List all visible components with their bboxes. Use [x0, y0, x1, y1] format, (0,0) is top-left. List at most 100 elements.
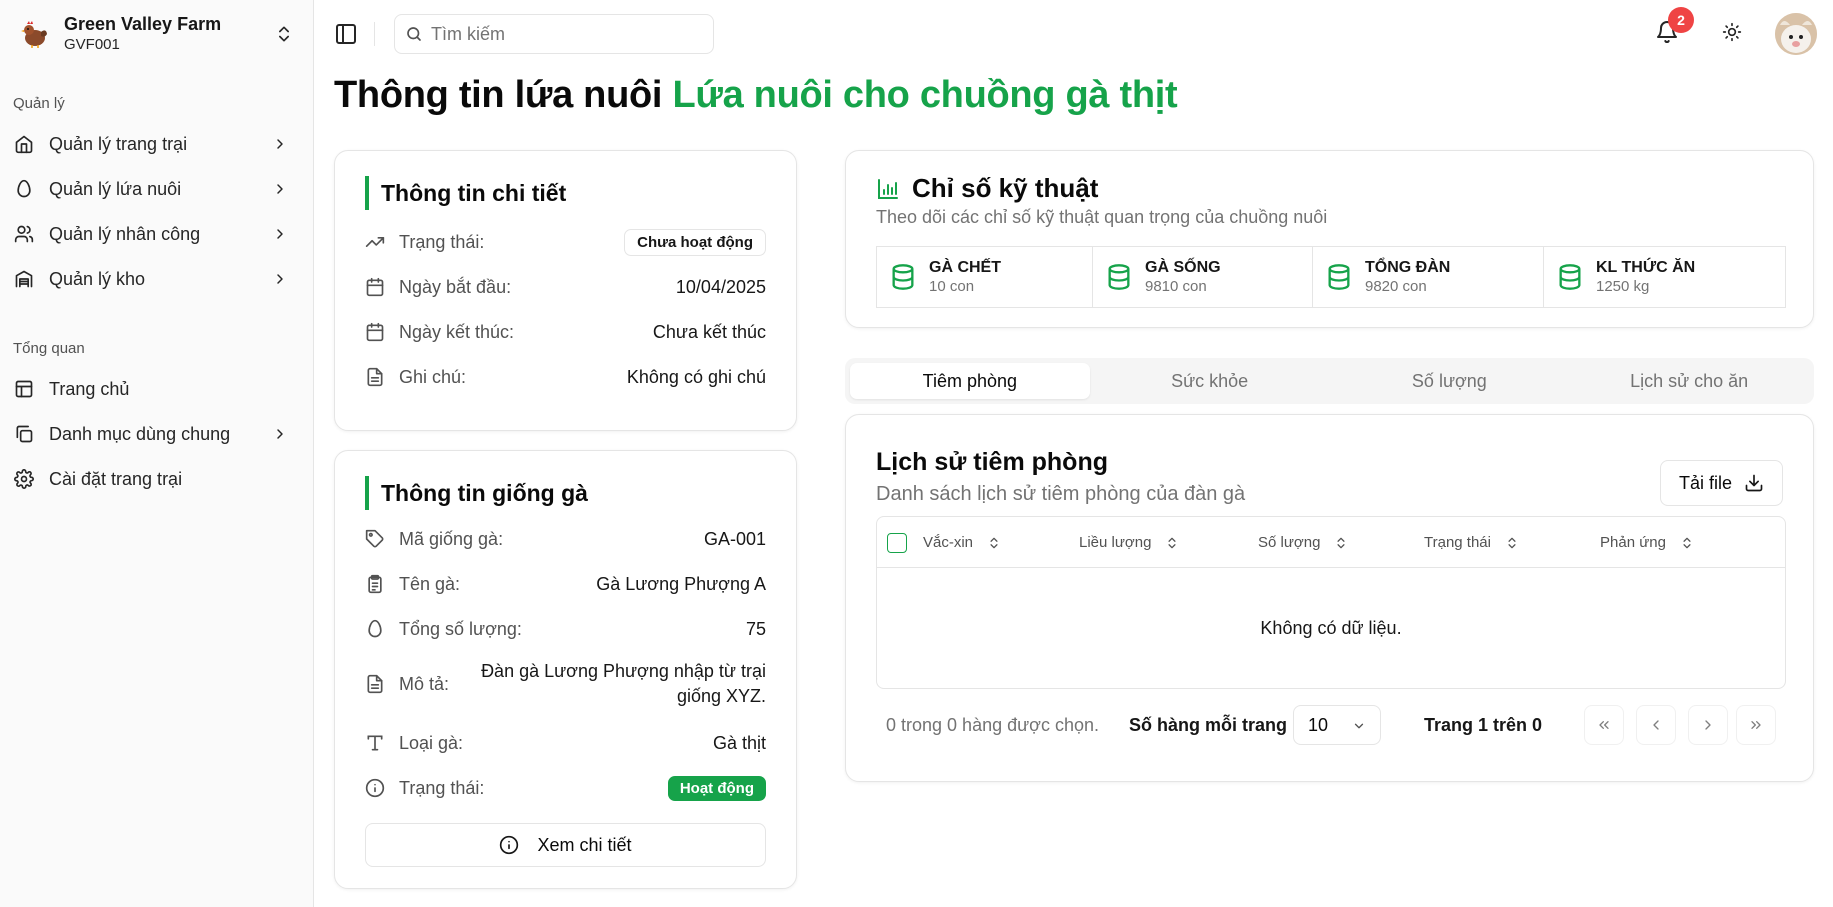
tab-health[interactable]: Sức khỏe [1090, 363, 1330, 399]
stat-label: KL THỨC ĂN [1596, 259, 1696, 276]
search-box[interactable] [394, 14, 714, 54]
layout-icon [14, 379, 34, 399]
vaccination-title: Lịch sử tiêm phòng [876, 448, 1108, 476]
vaccination-table: Vắc-xin Liều lượng Số lượng Trạng thái P… [876, 516, 1786, 689]
detail-card-title: Thông tin chi tiết [365, 176, 566, 210]
breed-type-value: Gà thịt [712, 732, 766, 753]
type-icon [365, 733, 385, 753]
view-details-button[interactable]: Xem chi tiết [365, 823, 766, 867]
info-icon [365, 778, 385, 798]
stat-label: TỔNG ĐÀN [1365, 259, 1451, 276]
breed-desc-row: Mô tả: Đàn gà Lương Phượng nhập từ trại … [365, 659, 766, 709]
stat-dead-chickens: GÀ CHẾT 10 con [877, 247, 1093, 307]
sort-icon [1334, 536, 1348, 550]
sidebar-item-farm-settings[interactable]: Cài đặt trang trại [8, 459, 300, 499]
detail-start-row: Ngày bắt đầu: 10/04/2025 [365, 273, 766, 301]
sidebar-item-batch-management[interactable]: Quản lý lứa nuôi [8, 169, 300, 209]
next-page-button[interactable] [1688, 705, 1728, 745]
stat-value: 1250 kg [1596, 278, 1650, 295]
info-icon [499, 835, 519, 855]
notification-badge: 2 [1668, 7, 1694, 33]
farm-switcher[interactable]: Green Valley Farm GVF001 [18, 12, 294, 56]
column-header-label: Vắc-xin [923, 534, 974, 551]
avatar[interactable] [1775, 13, 1817, 55]
sun-icon[interactable] [1722, 22, 1746, 46]
technical-description: Theo dõi các chỉ số kỹ thuật quan trọng … [876, 207, 1328, 227]
tab-feeding-history[interactable]: Lịch sử cho ăn [1569, 363, 1809, 399]
breed-name-value: Gà Lương Phượng A [596, 573, 766, 594]
breed-total-label: Tổng số lượng: [399, 618, 522, 639]
sidebar-item-shared-catalog[interactable]: Danh mục dùng chung [8, 414, 300, 454]
first-page-button[interactable] [1584, 705, 1624, 745]
breed-code-label: Mã giống gà: [399, 528, 504, 549]
breed-status-label: Trạng thái: [399, 777, 485, 798]
chevron-right-icon [272, 136, 288, 152]
sidebar-item-label: Cài đặt trang trại [49, 468, 183, 489]
database-icon [1105, 263, 1133, 291]
chevron-down-icon [1352, 719, 1366, 733]
vaccination-card: Lịch sử tiêm phòng Danh sách lịch sử tiê… [845, 414, 1814, 782]
sidebar-item-home[interactable]: Trang chủ [8, 369, 300, 409]
stat-label: GÀ CHẾT [929, 259, 1001, 276]
chevrons-up-down-icon [274, 24, 294, 44]
egg-icon [365, 619, 385, 639]
column-header-label: Phản ứng [1600, 534, 1666, 551]
detail-card: Thông tin chi tiết Trạng thái: Chưa hoạt… [334, 150, 797, 431]
detail-end-row: Ngày kết thúc: Chưa kết thúc [365, 318, 766, 346]
search-icon [405, 25, 423, 43]
bar-chart-icon [876, 177, 900, 201]
column-header-vaccine[interactable]: Vắc-xin [923, 517, 1001, 568]
farm-code: GVF001 [64, 36, 120, 53]
breed-desc-label: Mô tả: [399, 673, 450, 694]
chevron-right-icon [1700, 717, 1716, 733]
download-file-button[interactable]: Tải file [1659, 460, 1783, 506]
farm-name: Green Valley Farm [64, 14, 222, 34]
trending-up-icon [365, 232, 385, 252]
stat-value: 9820 con [1365, 278, 1427, 295]
rows-per-page-select[interactable]: 10 [1293, 705, 1381, 745]
sidebar-item-warehouse-management[interactable]: Quản lý kho [8, 259, 300, 299]
breed-name-label: Tên gà: [399, 573, 461, 594]
chevron-right-icon [272, 271, 288, 287]
sidebar-item-staff-management[interactable]: Quản lý nhân công [8, 214, 300, 254]
sidebar-item-label: Quản lý nhân công [49, 223, 201, 244]
sidebar-item-farm-management[interactable]: Quản lý trang trại [8, 124, 300, 164]
clipboard-list-icon [365, 574, 385, 594]
search-input[interactable] [431, 23, 701, 45]
breed-card: Thông tin giống gà Mã giống gà: GA-001 T… [334, 450, 797, 889]
stats-row: GÀ CHẾT 10 con GÀ SỐNG 9810 con TỔNG ĐÀN 98… [876, 246, 1786, 308]
column-header-dosage[interactable]: Liều lượng [1079, 517, 1179, 568]
tabs: Tiêm phòng Sức khỏe Số lượng Lịch sử cho… [845, 358, 1814, 404]
status-badge: Chưa hoạt động [624, 228, 766, 256]
table-header: Vắc-xin Liều lượng Số lượng Trạng thái P… [877, 517, 1785, 568]
sidebar-toggle-icon[interactable] [334, 22, 358, 46]
page-indicator: Trang 1 trên 0 [1424, 715, 1543, 735]
tab-vaccination[interactable]: Tiêm phòng [850, 363, 1090, 399]
breed-code-row: Mã giống gà: GA-001 [365, 525, 766, 553]
column-header-quantity[interactable]: Số lượng [1258, 517, 1348, 568]
technical-card: Chỉ số kỹ thuật Theo dõi các chỉ số kỹ t… [845, 150, 1814, 328]
chevron-right-icon [272, 426, 288, 442]
select-all-checkbox[interactable] [887, 533, 907, 553]
database-icon [1556, 263, 1584, 291]
technical-title-row: Chỉ số kỹ thuật [876, 173, 1098, 204]
rows-per-page-label: Số hàng mỗi trang [1129, 715, 1288, 735]
tab-quantity[interactable]: Số lượng [1330, 363, 1570, 399]
column-header-status[interactable]: Trạng thái [1424, 517, 1519, 568]
sort-icon [987, 536, 1001, 550]
sidebar-group-label: Tổng quan [13, 340, 85, 357]
selected-rows-text: 0 trong 0 hàng được chọn. [886, 715, 1099, 735]
page-title: Thông tin lứa nuôi Lứa nuôi cho chuồng g… [334, 74, 1178, 117]
stat-value: 10 con [929, 278, 975, 295]
warehouse-icon [14, 269, 34, 289]
home-icon [14, 134, 34, 154]
technical-title: Chỉ số kỹ thuật [912, 173, 1099, 203]
sidebar-item-label: Quản lý trang trại [49, 133, 188, 154]
sidebar-group-label: Quản lý [13, 95, 65, 112]
previous-page-button[interactable] [1636, 705, 1676, 745]
last-page-button[interactable] [1736, 705, 1776, 745]
column-header-reaction[interactable]: Phản ứng [1600, 517, 1694, 568]
chevron-right-icon [272, 226, 288, 242]
stat-total-flock: TỔNG ĐÀN 9820 con [1313, 247, 1544, 307]
detail-status-row: Trạng thái: Chưa hoạt động [365, 228, 766, 256]
